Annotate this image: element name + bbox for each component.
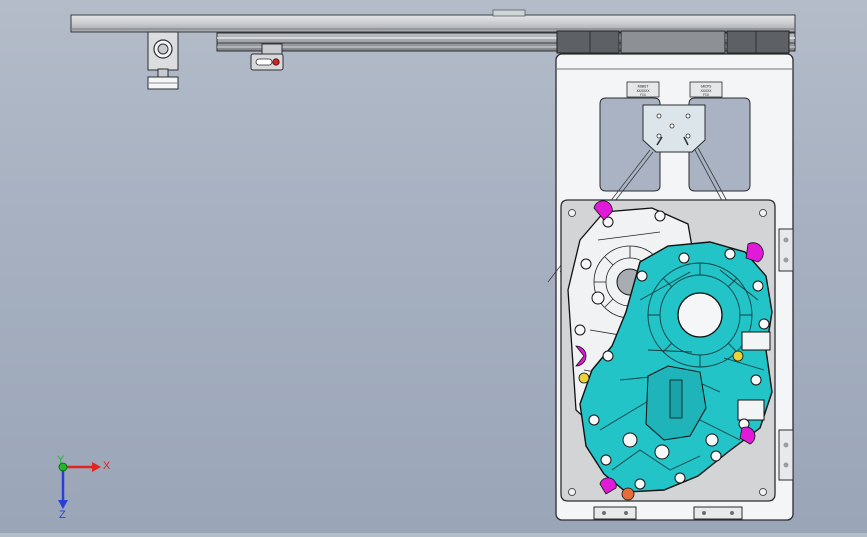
top-beam[interactable] xyxy=(70,9,796,33)
z-axis-arrowhead xyxy=(58,500,68,509)
label-plate-right: GRIPS XXXXX FIX xyxy=(689,81,723,98)
cad-model-canvas[interactable]: ROBOT XXXXXX FIX GRIPS XXXXX FIX X Y Z xyxy=(0,0,867,533)
label-plate-left: ROBOT XXXXXX FIX xyxy=(626,81,660,98)
hanger-bracket[interactable] xyxy=(642,104,706,153)
x-axis-label: X xyxy=(103,460,111,472)
plate-left-line1: ROBOT xyxy=(638,85,650,89)
plate-right-line1: GRIPS xyxy=(701,85,712,89)
plate-right-line3: FIX xyxy=(703,93,709,97)
linear-rail[interactable] xyxy=(216,30,796,54)
x-axis-arrowhead xyxy=(92,462,101,472)
cad-viewport[interactable]: ROBOT XXXXXX FIX GRIPS XXXXX FIX X Y Z xyxy=(0,0,867,533)
z-axis-label: Z xyxy=(59,509,66,521)
y-axis-label: Y xyxy=(57,454,65,466)
sensor-mount[interactable] xyxy=(147,31,179,90)
plate-left-line3: FIX xyxy=(640,93,646,97)
axis-triad: X Y Z xyxy=(57,454,111,521)
